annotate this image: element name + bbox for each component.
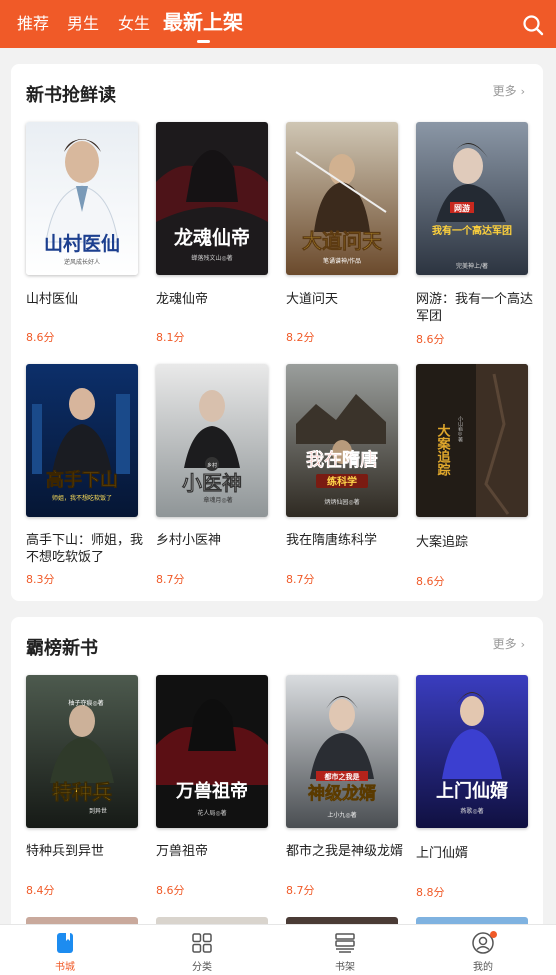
book-score: 8.2分 <box>286 331 315 344</box>
more-label: 更多 <box>492 637 517 651</box>
nav-label: 书架 <box>335 962 355 973</box>
book-city-icon <box>53 931 77 955</box>
book-score: 8.1分 <box>156 331 185 344</box>
book-title[interactable]: 大案追踪 <box>416 534 536 551</box>
book-cover[interactable]: 乡村 小医神 章魂月◎著 <box>156 364 268 517</box>
book-cover[interactable]: 上门仙婿 燕歌◎著 <box>416 675 528 828</box>
cover-title: 小医神 <box>182 471 242 495</box>
tab-female[interactable]: 女生 <box>118 0 150 48</box>
bookshelf-icon <box>333 931 357 955</box>
book-title[interactable]: 我在隋唐练科学 <box>286 532 406 549</box>
cover-author: 章魂月◎著 <box>203 496 232 504</box>
cover-subtitle: 到异世 <box>89 807 107 815</box>
book-score: 8.7分 <box>156 573 185 586</box>
book-cover[interactable]: 网游 我有一个高达军团 完美神上/著 <box>416 122 528 275</box>
cover-badge: 网游 <box>454 203 470 213</box>
nav-label: 分类 <box>192 962 212 973</box>
section-new-books: 新书抢鲜读 更多 › 山村医仙 逆风成长好人 山村医仙 8.6分 龙魂仙帝 蝉落… <box>11 64 543 601</box>
book-title[interactable]: 都市之我是神级龙婿 <box>286 843 406 860</box>
cover-title: 大案追踪 <box>435 423 452 477</box>
cover-title: 我有一个高达军团 <box>432 224 512 237</box>
book-score: 8.7分 <box>286 884 315 897</box>
book-title[interactable]: 大道问天 <box>286 291 406 308</box>
cover-title: 山村医仙 <box>44 232 120 255</box>
nav-profile[interactable]: 我的 <box>438 925 528 975</box>
book-score: 8.6分 <box>156 884 185 897</box>
book-score: 8.4分 <box>26 884 55 897</box>
book-cover[interactable]: 大道问天 笔诵谱神/作品 <box>286 122 398 275</box>
cover-author: 花人局◎著 <box>197 809 226 817</box>
tab-male[interactable]: 男生 <box>67 0 99 48</box>
tab-recommend[interactable]: 推荐 <box>17 0 49 48</box>
book-title[interactable]: 网游：我有一个高达军团 <box>416 291 536 325</box>
book-title[interactable]: 高手下山：师姐，我不想吃软饭了 <box>26 532 146 566</box>
cover-author: 笔诵谱神/作品 <box>323 257 361 265</box>
book-title[interactable]: 万兽祖帝 <box>156 843 276 860</box>
cover-author: 小山岩◎著 <box>457 415 463 443</box>
more-link[interactable]: 更多 › <box>493 82 525 99</box>
cover-title: 万兽祖帝 <box>175 780 248 802</box>
nav-bookshelf[interactable]: 书架 <box>300 925 390 975</box>
book-score: 8.6分 <box>416 575 445 588</box>
bottom-nav: 书城 分类 书架 我的 <box>0 924 556 975</box>
section-top-charts: 霸榜新书 更多 › 柚子夺痕◎著 特种兵 到异世 特种兵到异世 8.4分 万兽祖帝… <box>11 617 543 947</box>
cover-author: 完美神上/著 <box>456 262 488 270</box>
nav-book-city[interactable]: 书城 <box>20 925 110 975</box>
cover-author: 蝉落残文山◎著 <box>191 254 232 262</box>
book-score: 8.6分 <box>416 333 445 346</box>
book-cover[interactable]: 万兽祖帝 花人局◎著 <box>156 675 268 828</box>
cover-title: 高手下山 <box>46 469 118 491</box>
cover-author: 逆风成长好人 <box>64 258 100 266</box>
cover-author: 柚子夺痕◎著 <box>68 699 103 707</box>
nav-label: 书城 <box>55 962 75 973</box>
cover-badge: 乡村 <box>207 462 217 469</box>
cover-title: 龙魂仙帝 <box>174 226 250 249</box>
book-score: 8.3分 <box>26 573 55 586</box>
cover-subtitle: 练科学 <box>327 475 357 488</box>
search-icon[interactable] <box>522 14 544 36</box>
notification-dot <box>490 931 497 938</box>
active-tab-indicator <box>197 40 210 43</box>
category-grid-icon <box>190 931 214 955</box>
book-cover[interactable]: 我在隋唐 练科学 炳炳仙园◎著 <box>286 364 398 517</box>
book-title[interactable]: 龙魂仙帝 <box>156 291 276 308</box>
book-score: 8.8分 <box>416 886 445 899</box>
more-label: 更多 <box>492 84 517 98</box>
cover-author: 上小九◎著 <box>327 811 356 819</box>
top-bar: 推荐 男生 女生 最新上架 <box>0 0 556 48</box>
book-cover[interactable]: 柚子夺痕◎著 特种兵 到异世 <box>26 675 138 828</box>
cover-subtitle: 师姐，我不想吃软饭了 <box>52 494 112 502</box>
section-title: 霸榜新书 <box>26 638 98 659</box>
book-cover[interactable]: 高手下山 师姐，我不想吃软饭了 <box>26 364 138 517</box>
cover-title: 神级龙婿 <box>308 783 376 804</box>
cover-author: 炳炳仙园◎著 <box>324 498 359 506</box>
nav-category[interactable]: 分类 <box>157 925 247 975</box>
book-cover[interactable]: 山村医仙 逆风成长好人 <box>26 122 138 275</box>
cover-subtitle: 都市之我是 <box>324 772 361 781</box>
book-title[interactable]: 上门仙婿 <box>416 845 536 862</box>
chevron-right-icon: › <box>520 85 525 98</box>
book-cover[interactable]: 大案追踪 小山岩◎著 <box>416 364 528 517</box>
more-link[interactable]: 更多 › <box>493 635 525 652</box>
book-title[interactable]: 山村医仙 <box>26 291 146 308</box>
cover-author: 燕歌◎著 <box>460 807 483 815</box>
cover-title: 特种兵 <box>52 780 112 804</box>
book-cover[interactable]: 龙魂仙帝 蝉落残文山◎著 <box>156 122 268 275</box>
cover-title: 我在隋唐 <box>306 449 378 471</box>
cover-title: 大道问天 <box>302 229 383 253</box>
chevron-right-icon: › <box>520 638 525 651</box>
nav-label: 我的 <box>473 962 493 973</box>
book-title[interactable]: 乡村小医神 <box>156 532 276 549</box>
book-cover[interactable]: 都市之我是 神级龙婿 上小九◎著 <box>286 675 398 828</box>
book-score: 8.7分 <box>286 573 315 586</box>
book-score: 8.6分 <box>26 331 55 344</box>
book-title[interactable]: 特种兵到异世 <box>26 843 146 860</box>
section-title: 新书抢鲜读 <box>26 85 116 106</box>
cover-title: 上门仙婿 <box>436 780 508 802</box>
